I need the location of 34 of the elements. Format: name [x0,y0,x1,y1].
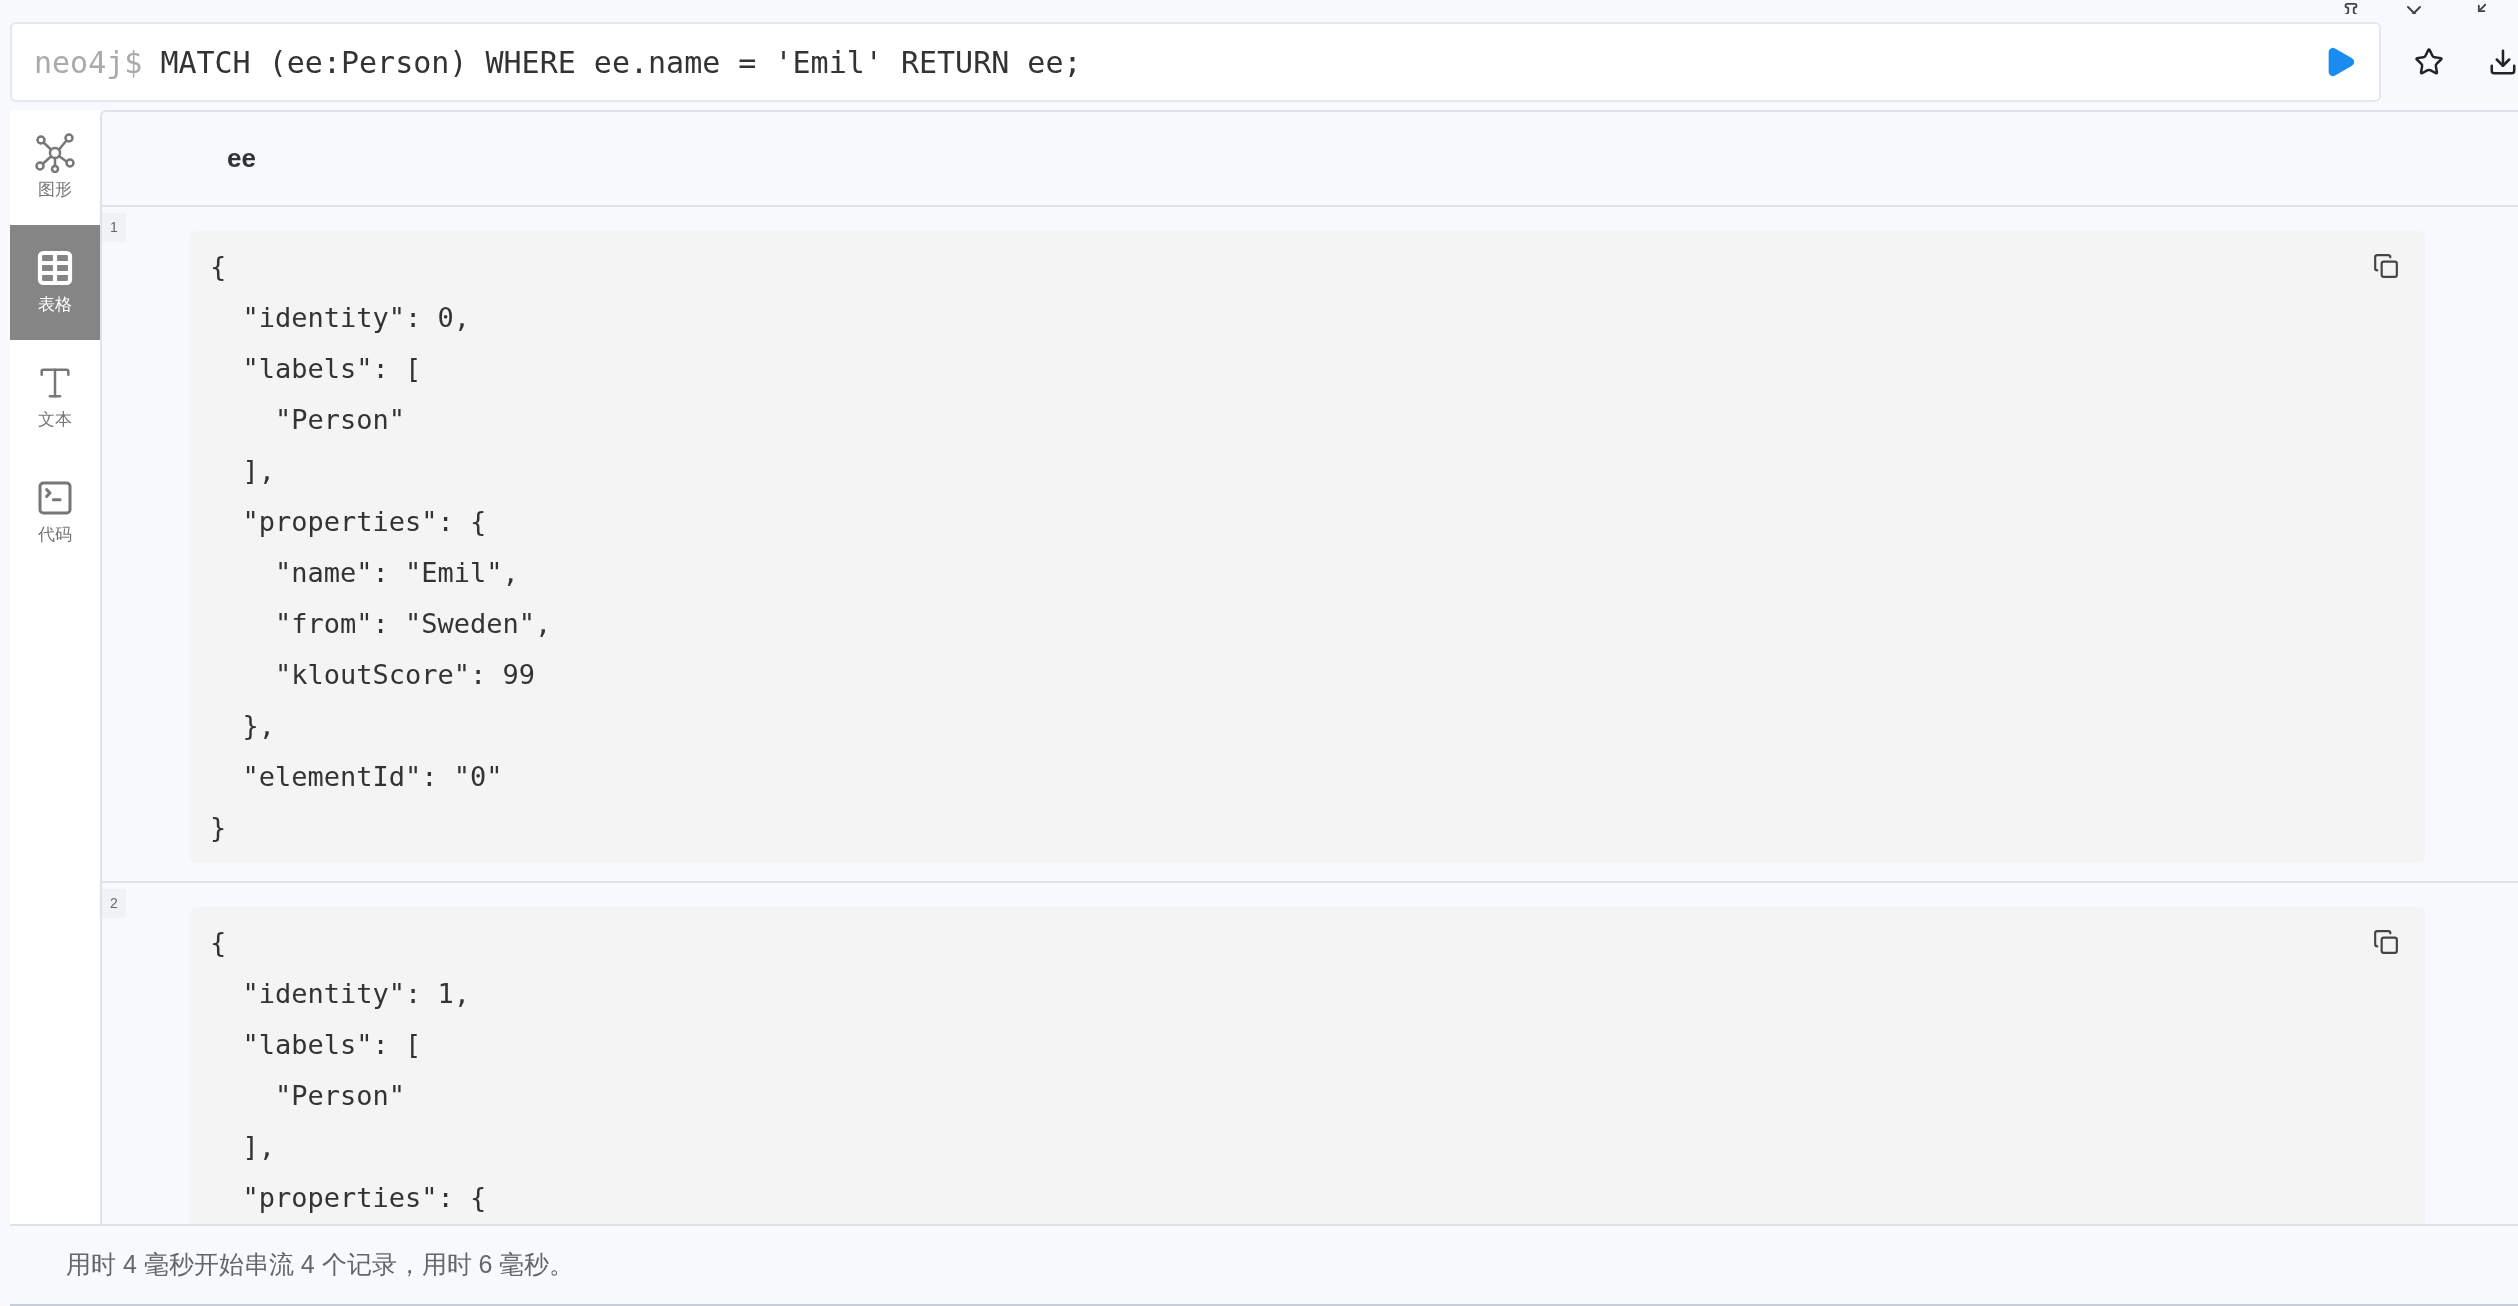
query-editor[interactable]: neo4j$ MATCH (ee:Person) WHERE ee.name = 'Emil' RETURN ee; [10,22,2382,102]
code-line: "labels": [ [241,352,423,386]
copy-icon[interactable] [2373,929,2399,955]
code-line: "elementId": "0" [241,760,504,794]
code-line: ], [241,1130,277,1164]
code-line: "properties": { [241,1181,487,1215]
code-line: "identity": 0, [241,301,472,335]
code-line: "Person" [274,403,407,437]
view-tab[interactable]: 表格 [10,225,100,340]
column-header: ee [227,142,256,175]
code-line: "properties": { [241,505,488,539]
row-number: 2 [102,889,126,918]
copy-icon[interactable] [2373,253,2399,279]
view-tab[interactable]: 文本 [10,340,100,455]
editor-prompt: neo4j$ [34,43,143,82]
code-line: } [210,811,228,845]
code-line: "labels": [ [241,1028,423,1062]
code-line: { [210,250,228,284]
code-line: "identity": 1, [241,977,472,1011]
graph-icon [35,132,75,173]
code-line: "name": "Emil", [274,556,520,590]
code-line: }, [241,709,277,743]
star-icon[interactable] [2414,47,2445,77]
view-tab[interactable]: 代码 [10,455,100,570]
code-line: "from": "Sweden", [274,607,552,641]
code-line: { [210,926,228,960]
status-text: 用时 4 毫秒开始串流 4 个记录，用时 6 毫秒。 [66,1249,575,1281]
code-line: "kloutScore": 99 [274,658,537,692]
download-icon[interactable] [2488,47,2518,77]
row-number: 1 [102,213,126,242]
code-line: ], [241,454,277,488]
code-line: "Person" [274,1079,407,1113]
view-tab[interactable]: 图形 [10,110,100,225]
query-text: MATCH (ee:Person) WHERE ee.name = 'Emil' RETURN ee; [160,43,1082,82]
